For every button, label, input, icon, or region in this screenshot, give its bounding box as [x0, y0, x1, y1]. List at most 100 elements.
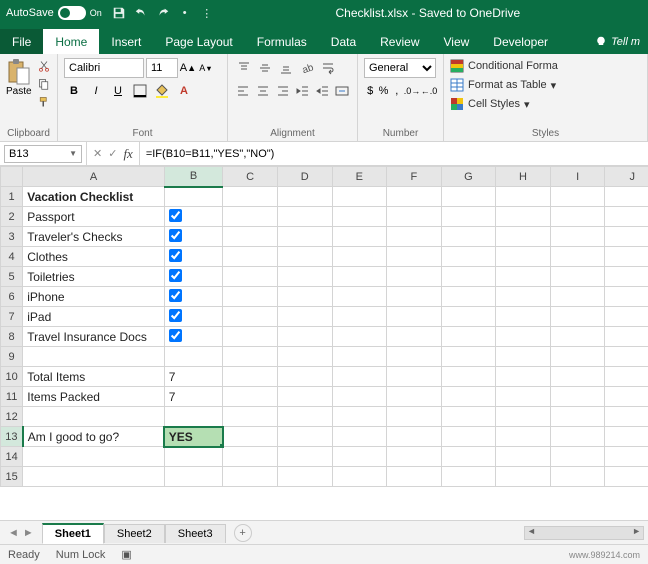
checkbox-7[interactable]	[169, 309, 182, 322]
align-right-icon[interactable]	[273, 81, 292, 101]
cell-B10[interactable]: 7	[164, 367, 223, 387]
cell[interactable]	[223, 227, 278, 247]
cell[interactable]	[496, 307, 551, 327]
cell[interactable]	[441, 247, 496, 267]
align-center-icon[interactable]	[254, 81, 273, 101]
cell[interactable]	[277, 287, 332, 307]
align-top-icon[interactable]	[234, 58, 254, 78]
cell[interactable]	[332, 247, 387, 267]
cell[interactable]	[223, 307, 278, 327]
cell[interactable]	[387, 467, 442, 487]
cell[interactable]	[332, 467, 387, 487]
cell[interactable]	[550, 227, 605, 247]
cell[interactable]	[605, 247, 648, 267]
cell-B14[interactable]	[164, 447, 223, 467]
row-3[interactable]: 3Traveler's Checks	[1, 227, 648, 247]
row-5[interactable]: 5Toiletries	[1, 267, 648, 287]
cell[interactable]	[387, 347, 442, 367]
row-header-11[interactable]: 11	[1, 387, 23, 407]
checkbox-8[interactable]	[169, 329, 182, 342]
font-size-combo[interactable]	[146, 58, 178, 78]
cell[interactable]	[223, 427, 278, 447]
cancel-formula-icon[interactable]: ✕	[93, 147, 102, 160]
cell-A9[interactable]	[23, 347, 165, 367]
cell[interactable]	[496, 267, 551, 287]
cell[interactable]	[332, 267, 387, 287]
col-header-E[interactable]: E	[332, 167, 387, 187]
col-header-G[interactable]: G	[441, 167, 496, 187]
cell[interactable]	[605, 367, 648, 387]
cell[interactable]	[223, 327, 278, 347]
cell[interactable]	[550, 327, 605, 347]
tab-developer[interactable]: Developer	[481, 29, 560, 54]
cell[interactable]	[332, 427, 387, 447]
sheet-tab-3[interactable]: Sheet3	[165, 524, 226, 543]
cell-styles-button[interactable]: Cell Styles ▾	[450, 96, 641, 112]
row-13[interactable]: 13Am I good to go?YES	[1, 427, 648, 447]
cell-A13[interactable]: Am I good to go?	[23, 427, 165, 447]
increase-decimal-icon[interactable]: .0→	[404, 83, 420, 99]
fill-color-icon[interactable]	[152, 81, 172, 101]
cut-icon[interactable]	[36, 58, 52, 74]
name-box[interactable]: B13▼	[4, 145, 82, 163]
cell[interactable]	[550, 307, 605, 327]
row-header-14[interactable]: 14	[1, 447, 23, 467]
sheet-tab-2[interactable]: Sheet2	[104, 524, 165, 543]
cell-B8[interactable]	[164, 327, 223, 347]
col-header-C[interactable]: C	[223, 167, 278, 187]
cell[interactable]	[223, 267, 278, 287]
formula-input[interactable]: =IF(B10=B11,"YES","NO")	[140, 142, 648, 165]
cell-A7[interactable]: iPad	[23, 307, 165, 327]
col-header-B[interactable]: B	[164, 167, 223, 187]
chevron-down-icon[interactable]: ▼	[69, 149, 77, 158]
cell-A5[interactable]: Toiletries	[23, 267, 165, 287]
font-name-combo[interactable]	[64, 58, 144, 78]
redo-icon[interactable]	[156, 6, 170, 20]
cell[interactable]	[441, 447, 496, 467]
cell[interactable]	[496, 207, 551, 227]
cell[interactable]	[332, 407, 387, 427]
row-9[interactable]: 9	[1, 347, 648, 367]
row-header-1[interactable]: 1	[1, 187, 23, 207]
cell[interactable]	[277, 247, 332, 267]
cell[interactable]	[277, 267, 332, 287]
col-header-D[interactable]: D	[277, 167, 332, 187]
cell[interactable]	[223, 247, 278, 267]
row-header-5[interactable]: 5	[1, 267, 23, 287]
cell[interactable]	[550, 427, 605, 447]
checkbox-4[interactable]	[169, 249, 182, 262]
horizontal-scrollbar[interactable]	[524, 526, 644, 540]
cell-B7[interactable]	[164, 307, 223, 327]
cell[interactable]	[550, 267, 605, 287]
tab-data[interactable]: Data	[319, 29, 368, 54]
row-header-6[interactable]: 6	[1, 287, 23, 307]
sheet-tab-1[interactable]: Sheet1	[42, 523, 104, 544]
orientation-icon[interactable]: ab	[297, 58, 317, 78]
row-1[interactable]: 1Vacation Checklist	[1, 187, 648, 207]
cell-B3[interactable]	[164, 227, 223, 247]
cell[interactable]	[605, 427, 648, 447]
cell[interactable]	[496, 247, 551, 267]
checkbox-2[interactable]	[169, 209, 182, 222]
cell[interactable]	[387, 247, 442, 267]
cell[interactable]	[387, 307, 442, 327]
bold-button[interactable]: B	[64, 81, 84, 101]
cell[interactable]	[550, 467, 605, 487]
cell[interactable]	[223, 407, 278, 427]
cell[interactable]	[223, 367, 278, 387]
conditional-formatting-button[interactable]: Conditional Forma	[450, 58, 641, 74]
row-7[interactable]: 7iPad	[1, 307, 648, 327]
cell-B4[interactable]	[164, 247, 223, 267]
cell[interactable]	[223, 347, 278, 367]
cell[interactable]	[605, 447, 648, 467]
cell[interactable]	[441, 407, 496, 427]
cell[interactable]	[332, 447, 387, 467]
row-header-3[interactable]: 3	[1, 227, 23, 247]
cell-A2[interactable]: Passport	[23, 207, 165, 227]
cell-A10[interactable]: Total Items	[23, 367, 165, 387]
cell[interactable]	[550, 247, 605, 267]
cell[interactable]	[605, 327, 648, 347]
border-icon[interactable]	[130, 81, 150, 101]
shrink-font-icon[interactable]: A▼	[198, 60, 214, 76]
cell[interactable]	[550, 447, 605, 467]
